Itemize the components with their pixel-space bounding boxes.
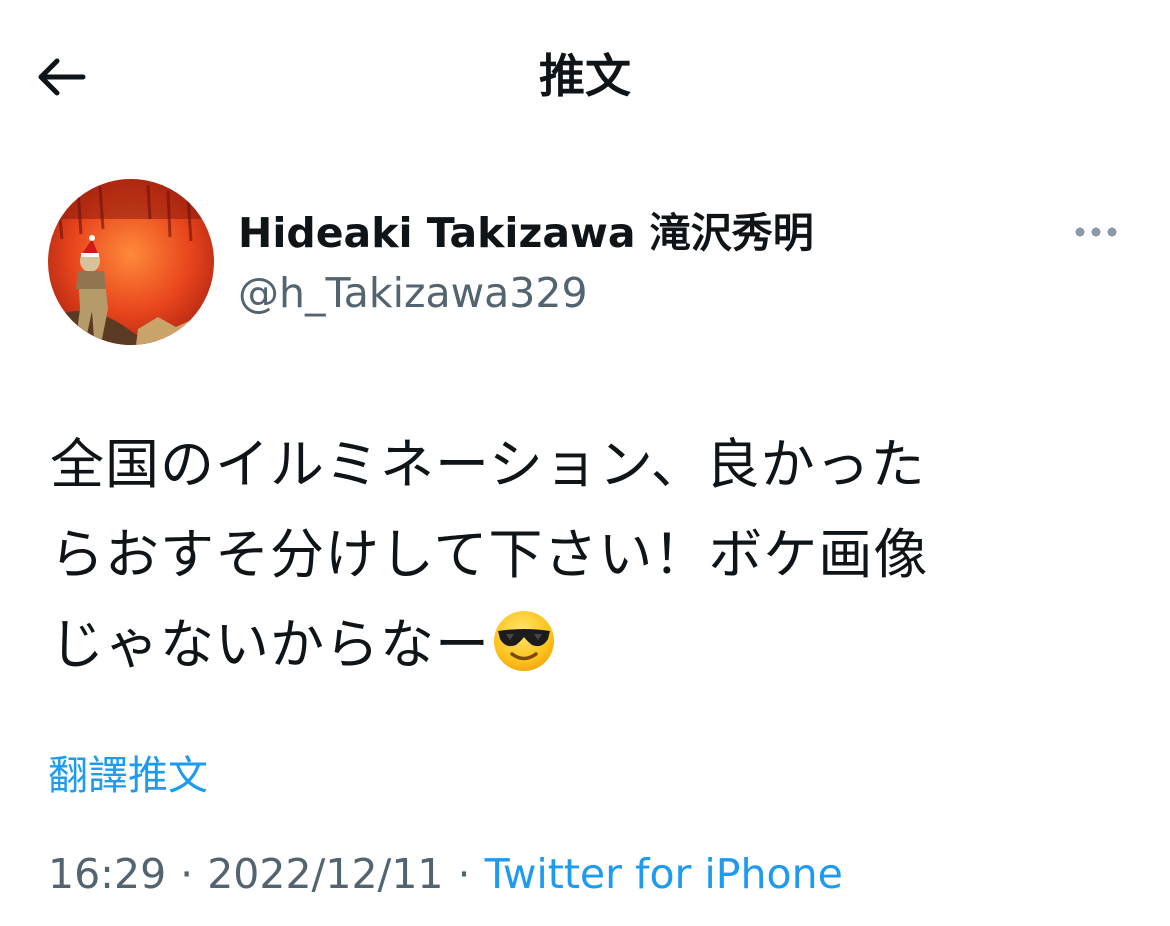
- tweet-text-line: らおすそ分けして下さい！ボケ画像: [50, 523, 929, 586]
- separator: ·: [180, 850, 194, 898]
- tweet-metadata: 16:29 · 2022/12/11 · Twitter for iPhone: [48, 846, 843, 902]
- tweet-date: 2022/12/11: [207, 850, 444, 898]
- avatar[interactable]: [48, 179, 214, 345]
- tweet-text-line: 全国のイルミネーション、良かった: [50, 433, 926, 496]
- author-handle[interactable]: @h_Takizawa329: [238, 266, 588, 320]
- tweet-time: 16:29: [48, 850, 167, 898]
- more-horizontal-icon: [1075, 227, 1117, 237]
- tweet-text: 全国のイルミネーション、良かった らおすそ分けして下さい！ボケ画像 じゃないから…: [50, 420, 1125, 690]
- more-options-button[interactable]: [1066, 212, 1126, 252]
- translate-tweet-link[interactable]: 翻譯推文: [48, 748, 208, 804]
- tweet-source-link[interactable]: Twitter for iPhone: [485, 850, 843, 898]
- smiling-face-with-sunglasses-icon: [494, 611, 554, 671]
- top-bar: 推文: [0, 0, 1170, 150]
- author-name[interactable]: Hideaki Takizawa 滝沢秀明: [238, 206, 814, 260]
- avatar-image: [48, 179, 214, 345]
- page-title: 推文: [539, 49, 631, 103]
- tweet-text-line-with-emoji: じゃないからなー: [50, 600, 1125, 690]
- separator: ·: [457, 850, 471, 898]
- tweet-text-line: じゃないからなー: [50, 613, 490, 676]
